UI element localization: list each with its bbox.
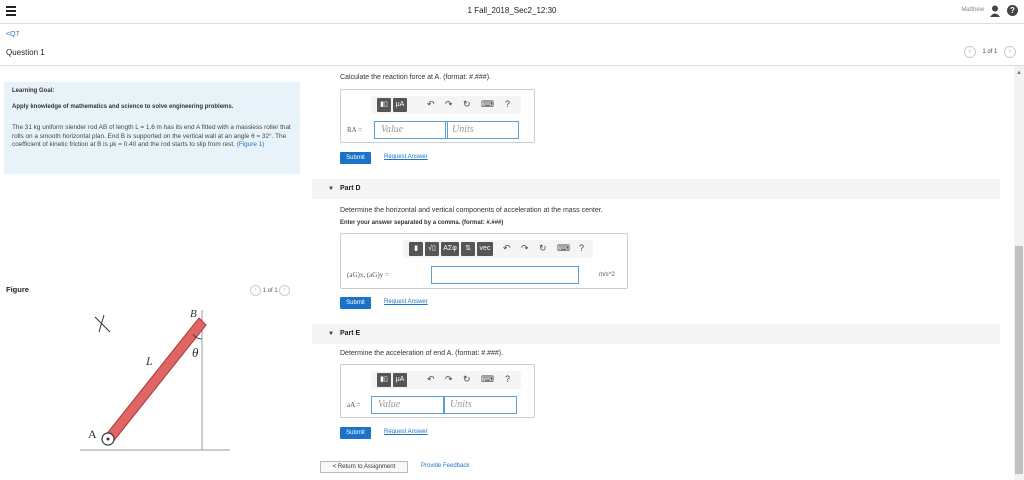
question-bar: Question 1 ‹ 1 of 1 › (0, 42, 1024, 66)
scrollbar-thumb[interactable] (1015, 246, 1023, 474)
reset-icon[interactable]: ↻ (539, 243, 547, 254)
arrows-button[interactable]: ⇅ (461, 242, 475, 256)
axes-icon (94, 314, 111, 333)
provide-feedback-link[interactable]: Provide Feedback (421, 463, 469, 469)
units-button[interactable]: μA (393, 373, 407, 387)
chevron-left-icon[interactable]: ‹ (250, 285, 261, 296)
user-name[interactable]: Matthew (961, 7, 984, 13)
submit-button[interactable]: Submit (340, 427, 371, 439)
label-L: L (145, 354, 153, 368)
rod-figure: B θ L A (80, 308, 230, 451)
reset-icon[interactable]: ↻ (463, 99, 471, 110)
label-B: B (190, 308, 197, 320)
part-d-answer-box: ▮ √▯ ΑΣφ ⇅ vec ↶ ↷ ↻ ⌨ ? (aG)x, (aG)y = … (340, 233, 628, 289)
part-c-answer-box: ▮▯ μA ↶ ↷ ↻ ⌨ ? RA = Value Units (340, 89, 535, 143)
part-c-prompt: Calculate the reaction force at A. (form… (340, 74, 491, 81)
part-d-label: Part D (340, 185, 361, 192)
return-to-assignment-button[interactable]: < Return to Assignment (320, 461, 408, 473)
question-title: Question 1 (6, 48, 45, 57)
value-input[interactable]: Value (374, 121, 448, 139)
redo-icon[interactable]: ↷ (521, 243, 529, 254)
learning-goal-heading: Learning Goal: (12, 88, 55, 94)
submit-button[interactable]: Submit (340, 152, 371, 164)
part-e-answer-box: ▮▯ μA ↶ ↷ ↻ ⌨ ? aA = Value Units (340, 364, 535, 418)
assignment-title: 1 Fall_2018_Sec2_12:30 (467, 6, 557, 15)
part-d-var-label: (aG)x, (aG)y = (347, 271, 389, 279)
chevron-right-icon[interactable]: › (279, 285, 291, 296)
pager-text: 1 of 1 (982, 49, 998, 55)
help-icon[interactable]: ? (505, 99, 510, 109)
part-e-var-label: aA = (347, 401, 361, 409)
part-e-header[interactable]: ▼ Part E (312, 324, 1000, 344)
redo-icon[interactable]: ↷ (445, 374, 453, 385)
rod (104, 317, 207, 444)
chevron-right-icon[interactable]: › (1004, 46, 1016, 58)
units-input[interactable]: Units (443, 396, 517, 414)
request-answer-link[interactable]: Request Answer (384, 429, 428, 435)
part-d-unit: m/s^2 (599, 272, 615, 278)
template-button[interactable]: ▮▯ (377, 98, 391, 112)
help-icon[interactable]: ? (579, 243, 584, 253)
figure-pager-text: 1 of 1 (262, 288, 278, 295)
part-e-prompt: Determine the acceleration of end A. (fo… (340, 350, 504, 357)
figure-heading: Figure (6, 285, 29, 294)
figure-pager: ‹ 1 of 1 › (250, 285, 291, 296)
part-d-header[interactable]: ▼ Part D (312, 179, 1000, 199)
top-bar: 1 Fall_2018_Sec2_12:30 Matthew ? (0, 0, 1024, 24)
keyboard-icon[interactable]: ⌨ (557, 243, 570, 254)
greek-button[interactable]: ΑΣφ (441, 242, 459, 256)
units-button[interactable]: μA (393, 98, 407, 112)
request-answer-link[interactable]: Request Answer (384, 154, 428, 160)
learning-goal: Learning Goal: Apply knowledge of mathem… (4, 82, 300, 174)
undo-icon[interactable]: ↶ (503, 243, 511, 254)
units-input[interactable]: Units (445, 121, 519, 139)
value-input[interactable]: Value (371, 396, 445, 414)
part-c-toolbar: ▮▯ μA ↶ ↷ ↻ ⌨ ? (371, 96, 521, 114)
submit-button[interactable]: Submit (340, 297, 371, 309)
caret-down-icon: ▼ (328, 331, 334, 337)
vector-button[interactable]: vec (477, 242, 493, 256)
keyboard-icon[interactable]: ⌨ (481, 99, 494, 110)
reset-icon[interactable]: ↻ (463, 374, 471, 385)
back-link[interactable]: <Q7 (6, 31, 19, 38)
undo-icon[interactable]: ↶ (427, 374, 435, 385)
template-button[interactable]: ▮ (409, 242, 423, 256)
label-A: A (88, 427, 97, 441)
chevron-left-icon[interactable]: ‹ (963, 46, 976, 58)
template-button[interactable]: ▮▯ (377, 373, 391, 387)
keyboard-icon[interactable]: ⌨ (481, 374, 494, 385)
figure-link[interactable]: (Figure 1) (237, 141, 265, 148)
redo-icon[interactable]: ↷ (445, 99, 453, 110)
help-icon[interactable]: ? (1007, 5, 1018, 16)
caret-down-icon: ▼ (328, 186, 334, 192)
scroll-up-icon[interactable]: ▲ (1016, 70, 1022, 76)
problem-statement: The 31 kg uniform slender rod AB of leng… (12, 124, 292, 150)
sqrt-button[interactable]: √▯ (425, 242, 439, 256)
part-d-toolbar: ▮ √▯ ΑΣφ ⇅ vec ↶ ↷ ↻ ⌨ ? (403, 240, 593, 258)
question-pager: ‹ 1 of 1 › (963, 46, 1016, 58)
part-d-prompt: Determine the horizontal and vertical co… (340, 207, 603, 214)
label-theta: θ (192, 345, 199, 360)
request-answer-link[interactable]: Request Answer (384, 299, 428, 305)
help-icon[interactable]: ? (505, 374, 510, 384)
undo-icon[interactable]: ↶ (427, 99, 435, 110)
acceleration-input[interactable] (431, 266, 579, 284)
part-e-label: Part E (340, 330, 361, 337)
user-icon[interactable] (990, 5, 1000, 17)
learning-goal-apply: Apply knowledge of mathematics and scien… (12, 104, 234, 110)
part-c-var-label: RA = (347, 126, 363, 134)
part-d-prompt2: Enter your answer separated by a comma. … (340, 220, 504, 226)
part-e-toolbar: ▮▯ μA ↶ ↷ ↻ ⌨ ? (371, 371, 521, 389)
